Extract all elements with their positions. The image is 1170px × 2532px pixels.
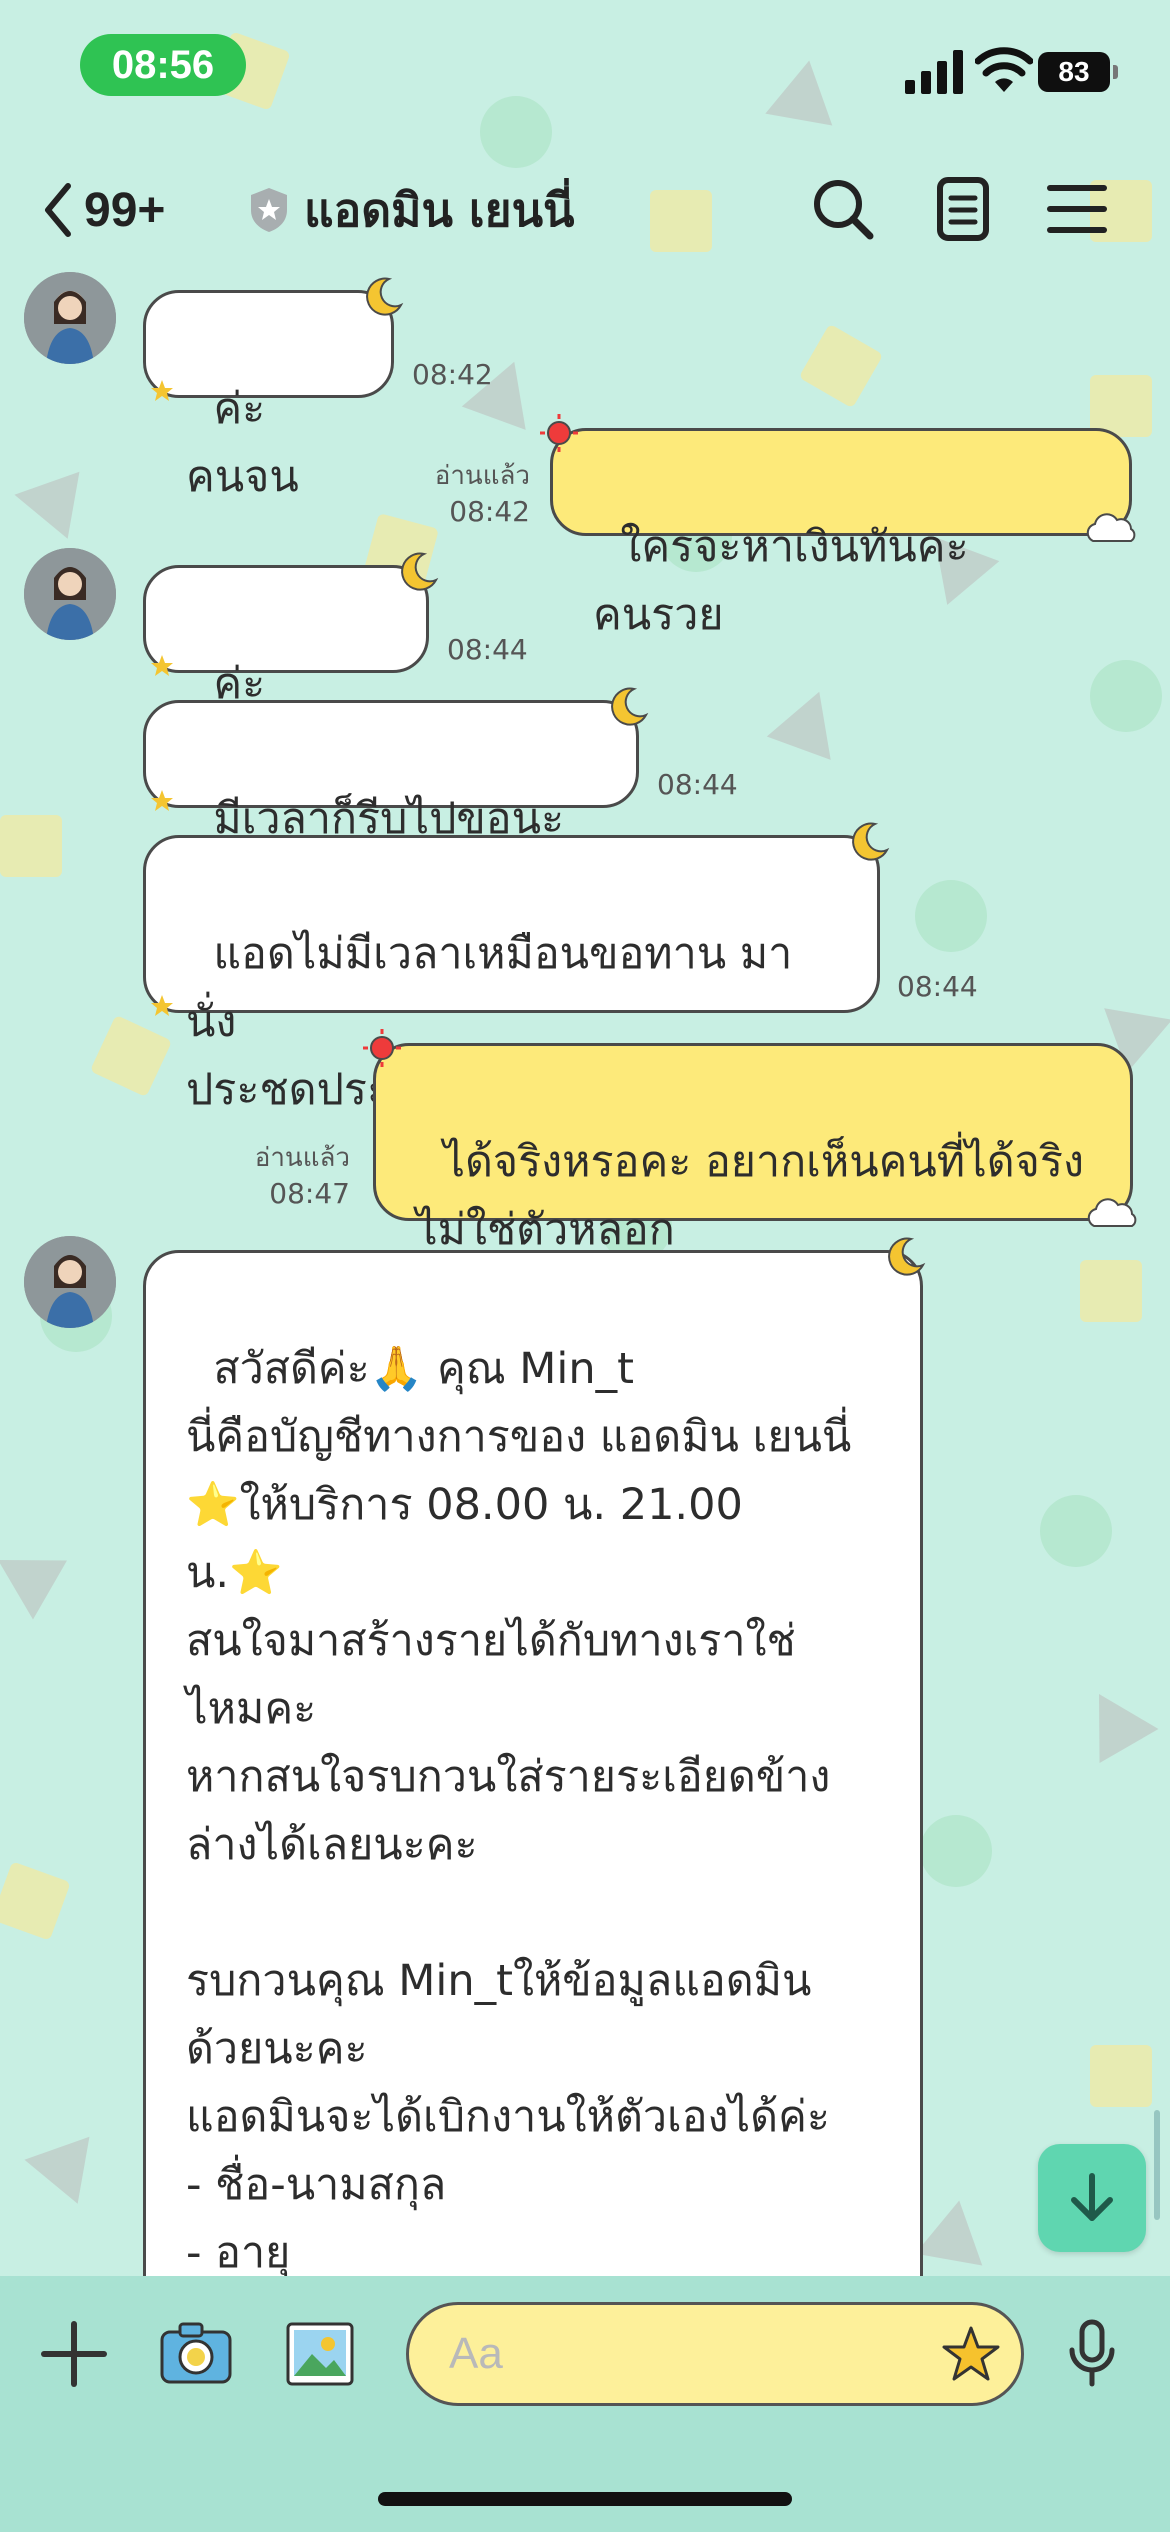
message-time: 08:44 [657,768,738,801]
message-bubble-incoming[interactable]: สวัสดีค่ะ🙏 คุณ Min_t นี่คือบัญชีทางการขอ… [143,1250,923,2350]
cellular-signal-icon [905,50,963,94]
message-time: 08:42 [412,358,493,391]
message-text: สวัสดีค่ะ🙏 คุณ Min_t นี่คือบัญชีทางการขอ… [186,1344,852,2346]
back-button[interactable]: 99+ [40,180,165,240]
message-input-placeholder: Aa [449,2329,503,2378]
message-text: ใครจะหาเงินทันคะคนรวย [593,522,969,640]
message-bubble-incoming[interactable]: มีเวลาก็รีบไปขอนะคะ [143,687,649,912]
star-icon [151,790,173,811]
search-icon[interactable] [808,174,878,244]
read-receipt: อ่านแล้ว 08:42 [400,458,530,530]
moon-icon [852,822,890,861]
battery-indicator: 83 [1038,52,1118,92]
image-icon[interactable] [282,2316,358,2392]
message-bubble-outgoing[interactable]: ได้จริงหรอคะ อยากเห็นคนที่ได้จริง ไม่ใช่… [363,1029,1137,1255]
notes-icon[interactable] [928,174,998,244]
chat-title: แอดมิน เยนนี่ [304,182,575,237]
read-label: อ่านแล้ว [434,461,530,491]
chat-header: 99+ แอดมิน เยนนี่ [0,160,1170,260]
cloud-icon [1087,1198,1137,1227]
read-label: อ่านแล้ว [254,1143,350,1173]
message-time: 08:44 [447,633,528,666]
scrollbar[interactable] [1154,2110,1160,2220]
message-text: ได้จริงหรอคะ อยากเห็นคนที่ได้จริง ไม่ใช่… [416,1137,1084,1255]
menu-icon[interactable] [1042,174,1112,244]
message-time: 08:44 [897,970,978,1003]
message-bubble-incoming[interactable]: ค่ะขอทาน [143,552,439,777]
message-bubble-incoming[interactable]: แอดไม่มีเวลาเหมือนขอทาน มานั่ง ประชดประช… [143,822,890,1115]
star-icon [151,380,173,401]
moon-icon [366,277,404,316]
sun-icon [363,1029,401,1067]
star-icon [151,995,173,1016]
message-input[interactable]: Aa [406,2302,1024,2406]
chat-title-area[interactable]: แอดมิน เยนนี่ [248,180,575,240]
plus-icon[interactable] [36,2316,112,2392]
home-indicator [378,2492,792,2506]
arrow-down-icon [1071,2173,1113,2221]
message-bubble-outgoing[interactable]: ใครจะหาเงินทันคะคนรวย [540,414,1136,640]
message-time: 08:47 [269,1177,350,1210]
sun-icon [540,414,578,452]
cloud-icon [1086,513,1136,542]
moon-icon [888,1237,926,1276]
scroll-to-bottom-button[interactable] [1038,2144,1146,2252]
camera-icon[interactable] [158,2316,234,2392]
avatar[interactable] [24,272,116,364]
star-icon [151,655,173,676]
message-bubble-incoming[interactable]: ค่ะคนจน [143,277,404,502]
moon-icon [611,687,649,726]
unread-count: 99+ [84,183,166,237]
wifi-icon [975,47,1033,92]
message-composer: Aa [0,2276,1170,2532]
message-time: 08:42 [449,495,530,528]
read-receipt: อ่านแล้ว 08:47 [220,1140,350,1212]
mic-icon[interactable] [1054,2316,1130,2392]
status-time: 08:56 [80,34,246,96]
moon-icon [401,552,439,591]
message-text: ค่ะคนจน [186,384,299,502]
shield-icon [251,188,287,232]
status-bar: 08:56 83 [0,0,1170,130]
star-icon[interactable] [941,2325,1001,2385]
back-chevron-icon [45,183,71,237]
avatar[interactable] [24,548,116,640]
avatar[interactable] [24,1236,116,1328]
